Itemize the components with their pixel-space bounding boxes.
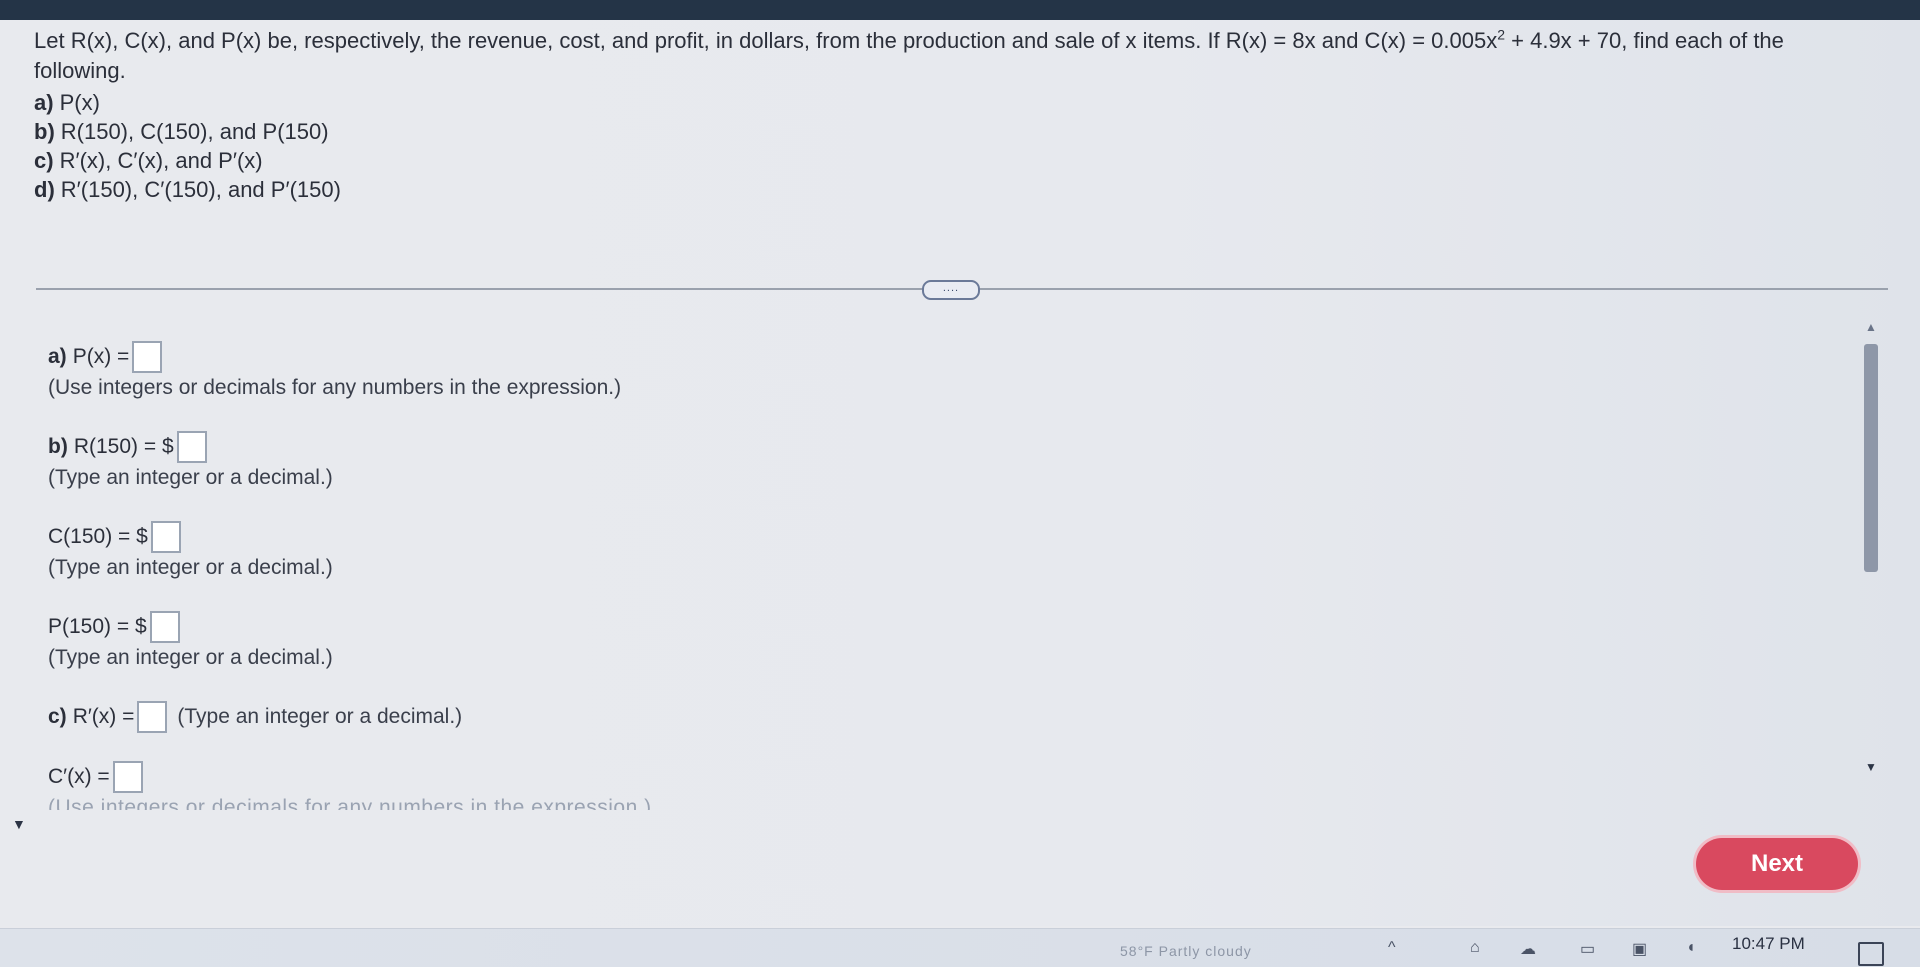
part-text: P(x) — [59, 90, 100, 115]
top-bar — [0, 0, 1920, 20]
cloud-icon[interactable]: ☁ — [1520, 939, 1536, 959]
answer-area: a) P(x) = (Use integers or decimals for … — [48, 340, 1848, 810]
rprime-expr: R′(x) = — [72, 705, 135, 728]
p150-hint: (Type an integer or a decimal.) — [48, 646, 333, 669]
question-part-b: b) R(150), C(150), and P(150) — [34, 117, 1864, 146]
rprime-hint: (Type an integer or a decimal.) — [177, 705, 463, 728]
answer-c: c) R′(x) = (Type an integer or a decimal… — [48, 700, 462, 734]
battery-icon[interactable]: ▭ — [1580, 939, 1595, 959]
question-parts: a) P(x) b) R(150), C(150), and P(150) c) R′… — [34, 88, 1864, 204]
exponent: 2 — [1497, 26, 1506, 43]
expand-arrow-icon[interactable]: ▼ — [12, 816, 26, 832]
statement-part-a: Let R(x), C(x), and P(x) be, respectivel… — [34, 28, 1498, 53]
c150-expr: C(150) = $ — [48, 525, 148, 548]
question-part-d: d) R′(150), C′(150), and P′(150) — [34, 175, 1864, 204]
cprime-hint: (Use integers or decimals for any number… — [48, 796, 652, 810]
cprime-expr: C′(x) = — [48, 765, 110, 788]
part-text: R(150), C(150), and P(150) — [60, 119, 329, 144]
part-label: d) — [34, 177, 55, 202]
answer-scrollbar[interactable]: ▲ ▼ — [1862, 320, 1880, 820]
px-input[interactable] — [132, 341, 163, 373]
notification-icon[interactable] — [1858, 942, 1884, 966]
next-button[interactable]: Next — [1696, 838, 1858, 890]
show-hidden-icons-icon[interactable]: ^ — [1388, 939, 1396, 957]
answer-a-expr: P(x) = — [72, 345, 130, 368]
part-label: c) — [34, 148, 54, 173]
answer-a-label: a) — [48, 345, 67, 368]
answer-b-label: b) — [48, 435, 68, 458]
part-label: a) — [34, 90, 54, 115]
volume-icon[interactable]: ◖ — [1686, 939, 1696, 957]
taskbar-clock[interactable]: 10:47 PM — [1732, 934, 1805, 954]
taskbar: 58°F Partly cloudy ^ ⌂ ☁ ▭ ▣ ◖ — [0, 928, 1920, 967]
part-text: R′(x), C′(x), and P′(x) — [59, 148, 263, 173]
answer-a-hint: (Use integers or decimals for any number… — [48, 376, 622, 399]
scroll-down-arrow-icon[interactable]: ▼ — [1862, 760, 1880, 776]
scroll-thumb[interactable] — [1864, 344, 1878, 572]
r150-input[interactable] — [176, 431, 207, 463]
cprime-input[interactable] — [112, 761, 143, 793]
question-part-c: c) R′(x), C′(x), and P′(x) — [34, 146, 1864, 175]
c150-input[interactable] — [150, 521, 181, 553]
weather-widget[interactable]: 58°F Partly cloudy — [1120, 943, 1252, 959]
scroll-up-arrow-icon[interactable]: ▲ — [1862, 320, 1880, 336]
answer-c150: C(150) = $ (Type an integer or a decimal… — [48, 520, 333, 580]
display-icon[interactable]: ▣ — [1632, 939, 1647, 959]
r150-expr: R(150) = $ — [73, 435, 174, 458]
answer-c-label: c) — [48, 705, 67, 728]
answer-cprime: C′(x) = (Use integers or decimals for an… — [48, 760, 652, 810]
r150-hint: (Type an integer or a decimal.) — [48, 466, 333, 489]
part-text: R′(150), C′(150), and P′(150) — [60, 177, 341, 202]
more-button[interactable]: .... — [922, 280, 980, 300]
question-part-a: a) P(x) — [34, 88, 1864, 117]
network-icon[interactable]: ⌂ — [1470, 939, 1480, 957]
answer-a: a) P(x) = (Use integers or decimals for … — [48, 340, 621, 400]
answer-p150: P(150) = $ (Type an integer or a decimal… — [48, 610, 333, 670]
p150-input[interactable] — [149, 611, 180, 643]
answer-b: b) R(150) = $ (Type an integer or a deci… — [48, 430, 333, 490]
question-statement: Let R(x), C(x), and P(x) be, respectivel… — [34, 26, 1864, 86]
rprime-input[interactable] — [137, 701, 168, 733]
p150-expr: P(150) = $ — [48, 615, 147, 638]
c150-hint: (Type an integer or a decimal.) — [48, 556, 333, 579]
part-label: b) — [34, 119, 55, 144]
question-text: Let R(x), C(x), and P(x) be, respectivel… — [34, 26, 1864, 204]
